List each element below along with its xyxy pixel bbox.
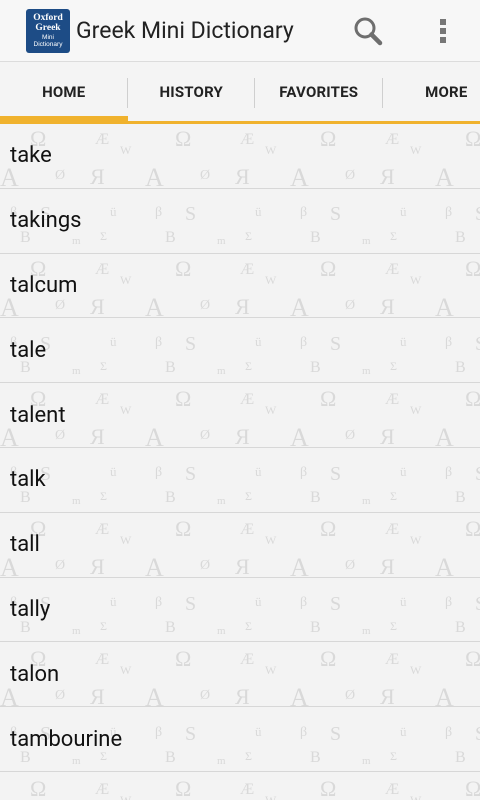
overflow-menu-button[interactable] (428, 12, 458, 50)
word-list-area[interactable]: Ω Æ W A Ø Я β S ü B m Σ (0, 124, 480, 800)
word-list: take takings talcum tale talent talk tal… (0, 124, 480, 772)
action-bar: Oxford Greek Mini Dictionary Greek Mini … (0, 0, 480, 62)
logo-text-line: Dictionary (33, 40, 63, 48)
overflow-menu-icon (440, 19, 446, 43)
tab-history[interactable]: HISTORY (128, 62, 255, 121)
list-item[interactable]: talcum (0, 254, 480, 319)
app-logo-icon[interactable]: Oxford Greek Mini Dictionary (26, 9, 70, 53)
list-item[interactable]: take (0, 124, 480, 189)
list-item[interactable]: tally (0, 578, 480, 643)
logo-text-line: Greek (35, 22, 61, 33)
search-icon (354, 17, 383, 46)
app-title: Greek Mini Dictionary (76, 17, 294, 44)
tab-label: HOME (42, 82, 86, 101)
list-item[interactable]: talon (0, 642, 480, 708)
search-button[interactable] (348, 12, 388, 50)
list-item[interactable]: tall (0, 513, 480, 578)
tab-home[interactable]: HOME (0, 62, 128, 124)
list-item[interactable]: tale (0, 318, 480, 384)
tab-favorites[interactable]: FAVORITES (255, 62, 383, 121)
list-item[interactable]: talk (0, 448, 480, 513)
tab-label: HISTORY (159, 82, 224, 101)
app-screen: Oxford Greek Mini Dictionary Greek Mini … (0, 0, 480, 800)
tab-bar: HOME HISTORY FAVORITES MORE (0, 62, 480, 124)
list-item[interactable]: tambourine (0, 707, 480, 772)
list-item[interactable]: talent (0, 383, 480, 448)
tab-label: MORE (425, 82, 468, 101)
list-item[interactable]: takings (0, 189, 480, 254)
tab-more[interactable]: MORE (383, 62, 480, 121)
tab-label: FAVORITES (279, 82, 359, 101)
